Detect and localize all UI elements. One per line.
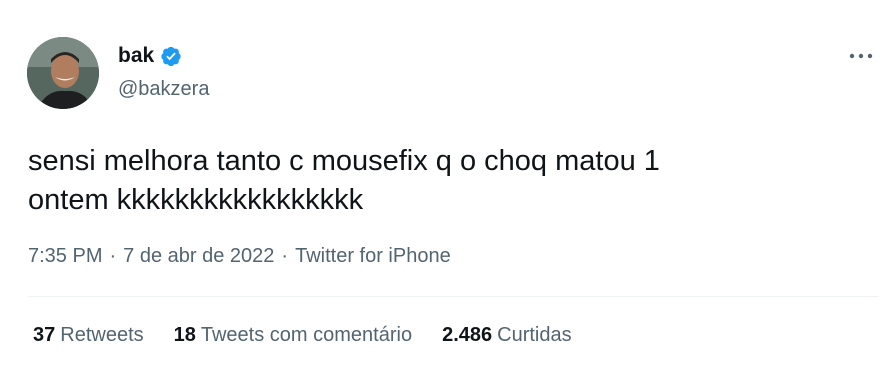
tweet-meta: 7:35 PM · 7 de abr de 2022 · Twitter for… — [28, 245, 451, 268]
author-display-name[interactable]: bak — [118, 44, 154, 68]
author-name-row[interactable]: bak — [118, 44, 182, 68]
meta-separator: · — [281, 245, 289, 267]
likes-stat[interactable]: 2.486 Curtidas — [442, 324, 572, 347]
quote-tweets-label: Tweets com comentário — [200, 324, 413, 346]
author-handle[interactable]: @bakzera — [118, 78, 209, 101]
retweets-label: Retweets — [60, 324, 144, 346]
quote-tweets-count: 18 — [173, 324, 196, 346]
meta-separator: · — [109, 245, 117, 267]
avatar[interactable] — [27, 37, 99, 109]
retweets-stat[interactable]: 37 Retweets — [33, 324, 144, 347]
likes-count: 2.486 — [442, 324, 493, 346]
tweet-card: bak @bakzera sensi melhora tanto c mouse… — [0, 0, 894, 379]
tweet-source[interactable]: Twitter for iPhone — [295, 245, 451, 268]
more-options-button[interactable] — [846, 44, 876, 68]
tweet-time[interactable]: 7:35 PM — [28, 245, 102, 268]
verified-badge-icon — [160, 45, 182, 67]
quote-tweets-stat[interactable]: 18 Tweets com comentário — [174, 324, 412, 347]
likes-label: Curtidas — [497, 324, 572, 346]
tweet-stats: 37 Retweets 18 Tweets com comentário 2.486… — [33, 324, 602, 347]
divider — [28, 296, 878, 297]
retweets-count: 37 — [33, 324, 56, 346]
avatar-image — [27, 37, 99, 109]
tweet-text: sensi melhora tanto c mousefix q o choq … — [28, 145, 660, 216]
tweet-date[interactable]: 7 de abr de 2022 — [123, 245, 274, 268]
more-dots-icon — [849, 53, 873, 59]
